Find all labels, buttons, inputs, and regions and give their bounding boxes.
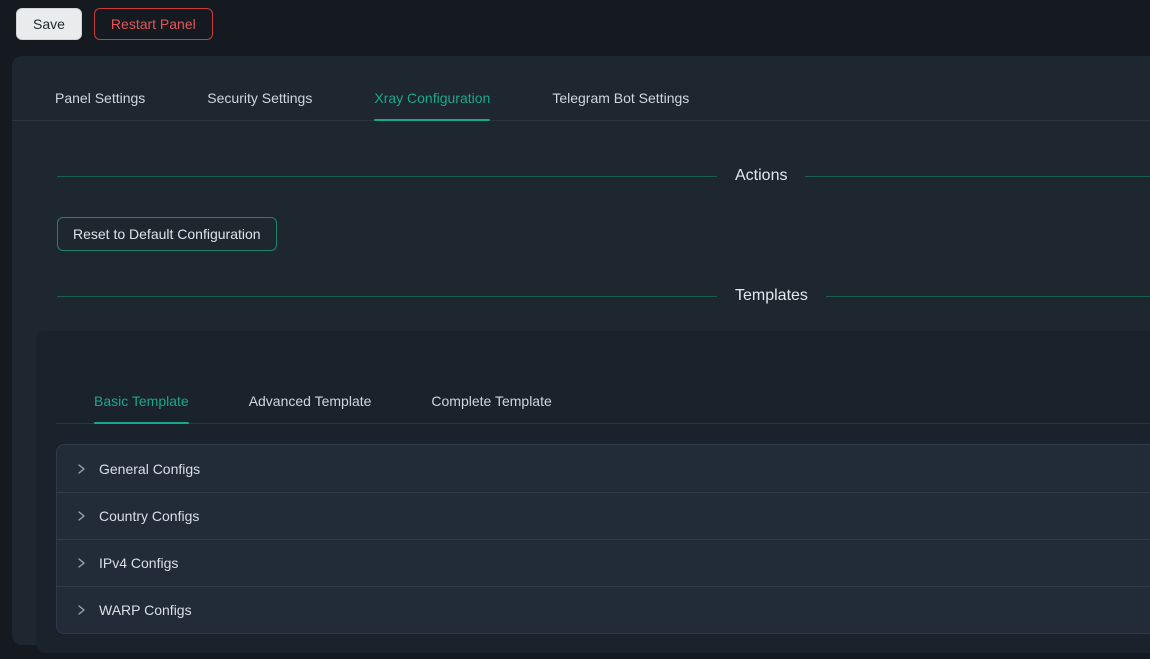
main-tab-bar: Panel Settings Security Settings Xray Co… [12, 56, 1150, 121]
templates-divider-label: Templates [717, 287, 826, 305]
tab-telegram-bot-settings[interactable]: Telegram Bot Settings [552, 78, 689, 120]
collapse-header-ipv4-configs[interactable]: IPv4 Configs [57, 539, 1150, 586]
tab-panel-settings[interactable]: Panel Settings [55, 78, 145, 120]
chevron-right-icon [75, 463, 87, 475]
chevron-right-icon [75, 604, 87, 616]
chevron-right-icon [75, 510, 87, 522]
collapse-header-label: WARP Configs [99, 602, 192, 618]
tab-complete-template[interactable]: Complete Template [431, 381, 551, 423]
collapse-header-warp-configs[interactable]: WARP Configs [57, 586, 1150, 633]
tab-advanced-template[interactable]: Advanced Template [249, 381, 372, 423]
tab-xray-configuration[interactable]: Xray Configuration [374, 78, 490, 120]
collapse-header-label: General Configs [99, 461, 200, 477]
actions-divider-label: Actions [717, 167, 805, 185]
save-button[interactable]: Save [16, 8, 82, 40]
tab-basic-template[interactable]: Basic Template [94, 381, 189, 423]
template-tab-bar: Basic Template Advanced Template Complet… [56, 351, 1150, 424]
templates-divider: Templates [57, 287, 1150, 305]
reset-default-configuration-button[interactable]: Reset to Default Configuration [57, 217, 277, 251]
tab-security-settings[interactable]: Security Settings [207, 78, 312, 120]
actions-divider: Actions [57, 167, 1150, 185]
divider-line [57, 176, 717, 177]
settings-card: Panel Settings Security Settings Xray Co… [12, 56, 1150, 645]
template-collapse-list: General Configs Country Configs IPv4 Con… [56, 444, 1150, 634]
collapse-header-country-configs[interactable]: Country Configs [57, 492, 1150, 539]
divider-line [805, 176, 1150, 177]
collapse-header-general-configs[interactable]: General Configs [57, 445, 1150, 492]
divider-line [57, 296, 717, 297]
topbar: Save Restart Panel [0, 0, 1150, 48]
templates-card: Basic Template Advanced Template Complet… [36, 331, 1150, 653]
restart-panel-button[interactable]: Restart Panel [94, 8, 213, 40]
xray-configuration-panel: Actions Reset to Default Configuration T… [12, 121, 1150, 653]
collapse-header-label: IPv4 Configs [99, 555, 178, 571]
collapse-header-label: Country Configs [99, 508, 199, 524]
chevron-right-icon [75, 557, 87, 569]
page: Save Restart Panel Panel Settings Securi… [0, 0, 1150, 659]
divider-line [826, 296, 1150, 297]
